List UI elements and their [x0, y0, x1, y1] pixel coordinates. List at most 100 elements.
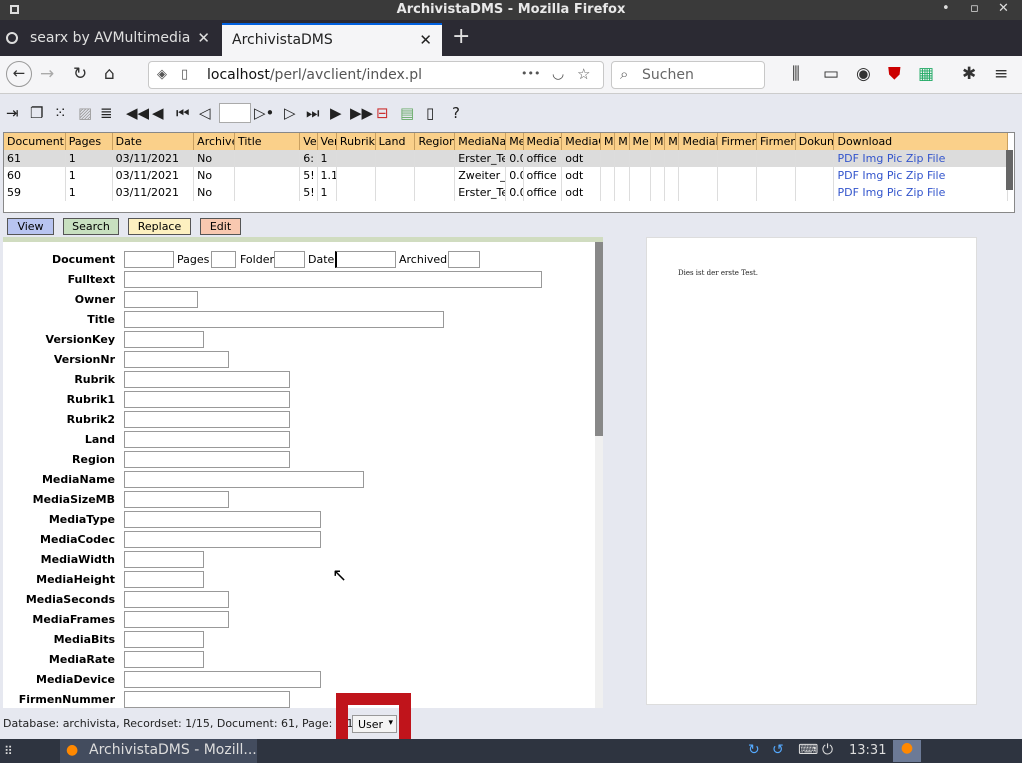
land-field[interactable] — [124, 431, 290, 448]
firmennummer-field[interactable] — [124, 691, 290, 708]
form-scrollbar[interactable] — [595, 242, 603, 708]
library-icon[interactable]: ⫼ — [792, 64, 800, 84]
col-header[interactable]: Document — [4, 133, 66, 150]
pdf-link[interactable]: PDF — [837, 186, 858, 199]
url-bar[interactable]: ◈ ▯ localhost/perl/avclient/index.pl •••… — [148, 61, 604, 89]
col-header[interactable]: Rubrik — [336, 133, 376, 150]
grid-view-icon[interactable]: ⁙ — [54, 104, 67, 122]
col-header[interactable]: Date — [112, 133, 195, 150]
file-link[interactable]: File — [927, 152, 945, 165]
mediadevice-field[interactable] — [124, 671, 321, 688]
edit-list-icon[interactable]: ≣ — [100, 104, 113, 122]
update-icon[interactable]: ↻ — [748, 742, 760, 758]
img-link[interactable]: Img — [862, 169, 883, 182]
sync-icon[interactable]: ↺ — [772, 742, 784, 758]
pocket-icon[interactable]: ◡ — [552, 66, 564, 82]
owner-field[interactable] — [124, 291, 198, 308]
file-link[interactable]: File — [927, 186, 945, 199]
first-record-icon[interactable]: ◀◀ — [126, 104, 149, 122]
zip-link[interactable]: Zip — [906, 169, 924, 182]
copy-icon[interactable]: ❐ — [30, 104, 43, 122]
file-link[interactable]: File — [927, 169, 945, 182]
tab-replace[interactable]: Replace — [128, 218, 191, 235]
col-header[interactable]: Dokum — [795, 133, 835, 150]
col-header[interactable]: Download — [833, 133, 1008, 150]
title-field[interactable] — [124, 311, 444, 328]
col-header[interactable]: Region — [414, 133, 456, 150]
form-scrollbar-thumb[interactable] — [595, 242, 603, 436]
page-number-input[interactable] — [219, 103, 251, 123]
last-page-icon[interactable]: ⏭ — [306, 104, 320, 122]
col-header[interactable]: Ve — [299, 133, 318, 150]
mobile-icon[interactable]: ▯ — [426, 104, 434, 122]
new-tab-icon[interactable]: + — [452, 24, 470, 49]
col-header[interactable]: MediaI — [678, 133, 719, 150]
goto-page-icon[interactable]: ▷• — [254, 104, 274, 122]
document-field[interactable] — [124, 251, 174, 268]
col-header[interactable]: M — [600, 133, 616, 150]
close-window-icon[interactable]: ✕ — [998, 1, 1009, 16]
close-tab-icon[interactable]: ✕ — [197, 29, 210, 47]
mediabits-field[interactable] — [124, 631, 204, 648]
back-icon[interactable]: ← — [6, 61, 32, 87]
reload-icon[interactable]: ↻ — [73, 64, 87, 84]
apps-grid-icon[interactable]: ⠿ — [4, 744, 13, 758]
folder-field[interactable] — [274, 251, 305, 268]
pdf-link[interactable]: PDF — [837, 152, 858, 165]
img-link[interactable]: Img — [862, 186, 883, 199]
previous-page-icon[interactable]: ◁ — [199, 104, 211, 122]
hamburger-menu-icon[interactable]: ≡ — [994, 64, 1008, 84]
search-input[interactable]: ⌕ Suchen — [611, 61, 765, 89]
pic-link[interactable]: Pic — [887, 169, 903, 182]
fulltext-field[interactable] — [124, 271, 542, 288]
sidebar-icon[interactable]: ▭ — [823, 64, 839, 84]
pdf-link[interactable]: PDF — [837, 169, 858, 182]
mediawidth-field[interactable] — [124, 551, 204, 568]
table-row[interactable]: 59 1 03/11/2021 No 5! 1 Erster_Te 0.0 of… — [4, 184, 1008, 201]
zip-link[interactable]: Zip — [906, 152, 924, 165]
tab-archivista[interactable]: ArchivistaDMS ✕ — [222, 23, 442, 56]
first-page-icon[interactable]: ⏮ — [176, 104, 190, 122]
mediarate-field[interactable] — [124, 651, 204, 668]
col-header[interactable]: Firmen — [717, 133, 757, 150]
bookmark-star-icon[interactable]: ☆ — [577, 65, 590, 83]
medianame-field[interactable] — [124, 471, 364, 488]
rubrik1-field[interactable] — [124, 391, 290, 408]
last-record-icon[interactable]: ▶▶ — [350, 104, 373, 122]
delete-icon[interactable]: ⊟ — [376, 104, 389, 122]
previous-record-icon[interactable]: ◀ — [152, 104, 164, 122]
pages-field[interactable] — [211, 251, 236, 268]
mediasizemb-field[interactable] — [124, 491, 229, 508]
next-page-icon[interactable]: ▷ — [284, 104, 296, 122]
versionkey-field[interactable] — [124, 331, 204, 348]
mediaheight-field[interactable] — [124, 571, 204, 588]
col-header[interactable]: Ver — [317, 133, 337, 150]
tab-edit[interactable]: Edit — [200, 218, 241, 235]
account-icon[interactable]: ◉ — [856, 64, 871, 84]
pic-link[interactable]: Pic — [887, 186, 903, 199]
shield-icon[interactable]: ◈ — [157, 67, 167, 82]
zip-link[interactable]: Zip — [906, 186, 924, 199]
grid-scrollbar[interactable] — [1006, 150, 1013, 190]
col-header[interactable]: Pages — [65, 133, 113, 150]
date-field[interactable] — [335, 251, 396, 268]
col-header[interactable]: MediaC — [561, 133, 602, 150]
table-row[interactable]: 61 1 03/11/2021 No 6: 1 Erster_Te 0.0 of… — [4, 150, 1008, 167]
minimize-icon[interactable]: • — [942, 1, 950, 16]
col-header[interactable]: Land — [375, 133, 416, 150]
col-header[interactable]: M — [650, 133, 666, 150]
power-icon[interactable]: ⏻ — [822, 742, 833, 758]
logout-icon[interactable]: ⇥ — [6, 104, 19, 122]
mediatype-field[interactable] — [124, 511, 321, 528]
image-icon[interactable]: ▨ — [78, 104, 92, 122]
col-header[interactable]: Me — [505, 133, 524, 150]
col-header[interactable]: MediaT — [523, 133, 563, 150]
keyboard-icon[interactable]: ⌨ — [798, 742, 818, 758]
col-header[interactable]: MediaNa — [454, 133, 507, 150]
next-record-icon[interactable]: ▶ — [330, 104, 342, 122]
versionnr-field[interactable] — [124, 351, 229, 368]
page-info-icon[interactable]: ▯ — [181, 67, 188, 82]
tab-search[interactable]: Search — [63, 218, 119, 235]
pic-link[interactable]: Pic — [887, 152, 903, 165]
archive-box-icon[interactable]: ▤ — [400, 104, 414, 122]
